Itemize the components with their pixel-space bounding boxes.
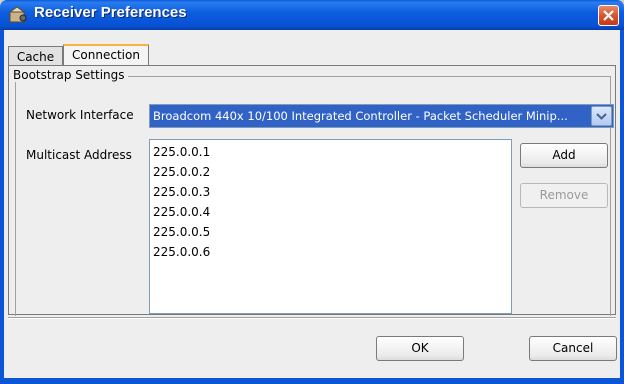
ok-button[interactable]: OK <box>376 336 464 361</box>
tab-label: Cache <box>16 50 55 64</box>
network-interface-label: Network Interface <box>26 108 134 122</box>
list-item[interactable]: 225.0.0.2 <box>153 162 210 182</box>
list-item[interactable]: 225.0.0.3 <box>153 182 210 202</box>
network-interface-select[interactable]: Broadcom 440x 10/100 Integrated Controll… <box>149 104 614 128</box>
window-frame-bottom <box>0 378 624 384</box>
cancel-button[interactable]: Cancel <box>529 336 617 361</box>
list-item[interactable]: 225.0.0.5 <box>153 222 210 242</box>
tab-connection[interactable]: Connection <box>63 44 149 66</box>
footer-divider-highlight <box>8 318 616 319</box>
chevron-down-icon <box>596 113 607 120</box>
dropdown-button[interactable] <box>591 106 612 126</box>
multicast-address-list[interactable]: 225.0.0.1 225.0.0.2 225.0.0.3 225.0.0.4 … <box>149 139 512 314</box>
window-frame-right <box>620 30 624 384</box>
title-bar[interactable]: Receiver Preferences <box>0 0 624 30</box>
multicast-address-label: Multicast Address <box>26 148 132 162</box>
list-item[interactable]: 225.0.0.1 <box>153 142 210 162</box>
close-button[interactable] <box>598 5 619 26</box>
add-button[interactable]: Add <box>520 143 608 168</box>
group-title: Bootstrap Settings <box>10 68 128 82</box>
receiver-app-icon <box>8 6 28 24</box>
list-item[interactable]: 225.0.0.6 <box>153 242 210 262</box>
tab-cache[interactable]: Cache <box>8 46 63 66</box>
list-item[interactable]: 225.0.0.4 <box>153 202 210 222</box>
remove-button[interactable]: Remove <box>520 183 608 208</box>
close-icon <box>603 10 614 21</box>
window-title: Receiver Preferences <box>34 4 187 21</box>
tab-label: Connection <box>72 48 140 62</box>
network-interface-value: Broadcom 440x 10/100 Integrated Controll… <box>153 109 568 123</box>
dialog-client-area: Cache Connection Bootstrap Settings Netw… <box>4 30 620 378</box>
